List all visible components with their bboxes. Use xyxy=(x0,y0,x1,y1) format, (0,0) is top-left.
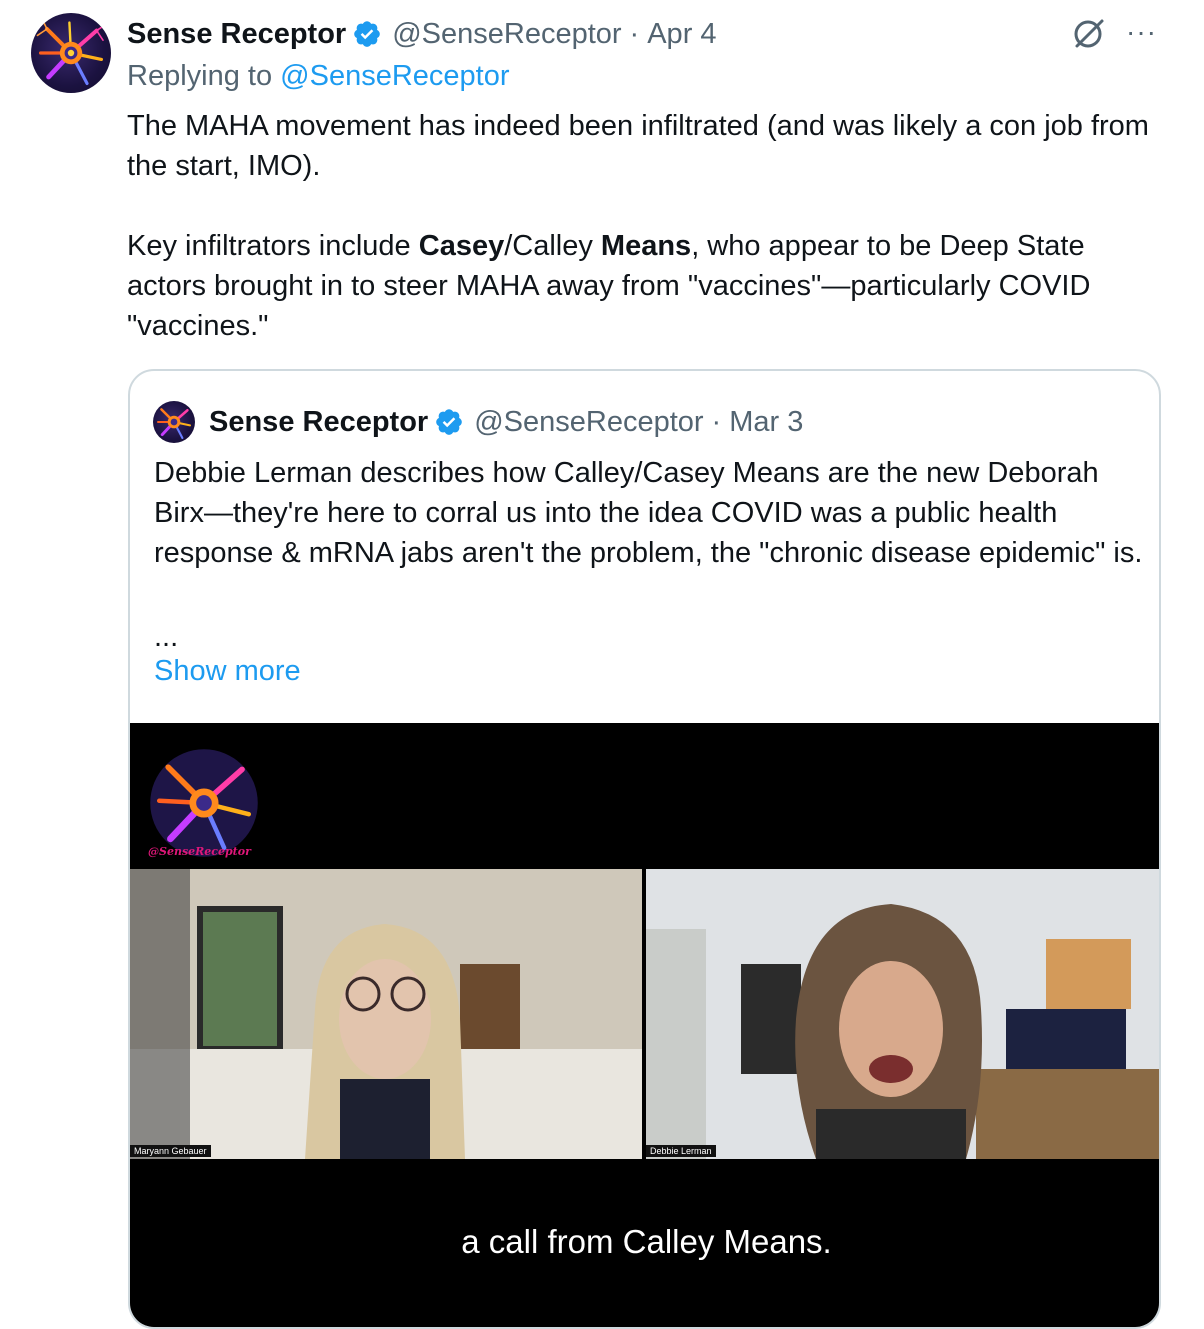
quote-author-name[interactable]: Sense Receptor xyxy=(209,406,428,439)
neuron-logo-icon xyxy=(156,408,192,440)
tweet-text-run: /Calley xyxy=(504,230,601,262)
replying-to: Replying to @SenseReceptor xyxy=(127,60,510,93)
neuron-logo-icon xyxy=(36,18,107,85)
more-options-icon[interactable]: ··· xyxy=(1126,18,1157,46)
author-name[interactable]: Sense Receptor xyxy=(127,18,346,51)
participant-name-left: Maryann Gebauer xyxy=(130,1145,211,1157)
bold-casey: Casey xyxy=(418,230,505,262)
video-caption: a call from Calley Means. xyxy=(461,1223,832,1260)
video-pane-right: Debbie Lerman xyxy=(646,869,1159,1159)
grok-icon[interactable] xyxy=(1071,15,1107,51)
author-avatar[interactable] xyxy=(31,13,111,93)
office-scene-image xyxy=(646,869,1159,1159)
tweet-text-run: Key infiltrators include xyxy=(127,230,419,262)
participant-name-right: Debbie Lerman xyxy=(646,1145,716,1157)
tweet-paragraph-1: The MAHA movement has indeed been infilt… xyxy=(127,110,1149,182)
quote-author-handle[interactable]: @SenseReceptor xyxy=(474,406,703,439)
author-handle[interactable]: @SenseReceptor xyxy=(392,18,621,51)
watermark-text: @SenseReceptor xyxy=(148,845,251,858)
tweet-text: The MAHA movement has indeed been infilt… xyxy=(127,106,1167,346)
kitchen-scene-image xyxy=(130,869,642,1159)
video-pane-left: Maryann Gebauer xyxy=(130,869,642,1159)
quote-paragraph: Debbie Lerman describes how Calley/Casey… xyxy=(154,457,1143,569)
replying-prefix: Replying to xyxy=(127,60,273,92)
tweet-paragraph-2: Key infiltrators include Casey/Calley Me… xyxy=(127,226,1167,346)
bold-means: Means xyxy=(600,230,692,262)
tweet-header: Sense Receptor @SenseReceptor · Apr 4 xyxy=(127,14,717,54)
quote-header: Sense Receptor @SenseReceptor · Mar 3 xyxy=(153,401,803,443)
quote-date[interactable]: Mar 3 xyxy=(729,406,803,439)
quote-text: Debbie Lerman describes how Calley/Casey… xyxy=(154,453,1144,573)
quote-ellipsis: ... xyxy=(154,621,179,653)
quoted-tweet-card[interactable]: Sense Receptor @SenseReceptor · Mar 3 De… xyxy=(128,369,1161,1329)
watermark-neuron-icon xyxy=(150,749,258,857)
quote-author-avatar[interactable] xyxy=(153,401,195,443)
separator-dot: · xyxy=(711,405,722,438)
separator-dot: · xyxy=(629,17,640,50)
verified-badge-icon[interactable] xyxy=(352,19,382,49)
tweet-date[interactable]: Apr 4 xyxy=(647,18,716,51)
replying-mention-link[interactable]: @SenseReceptor xyxy=(280,60,509,92)
verified-badge-icon[interactable] xyxy=(434,407,464,437)
show-more-link[interactable]: Show more xyxy=(154,655,301,688)
video-player[interactable]: @SenseReceptor Maryann Gebauer Debbie Le… xyxy=(130,723,1159,1327)
